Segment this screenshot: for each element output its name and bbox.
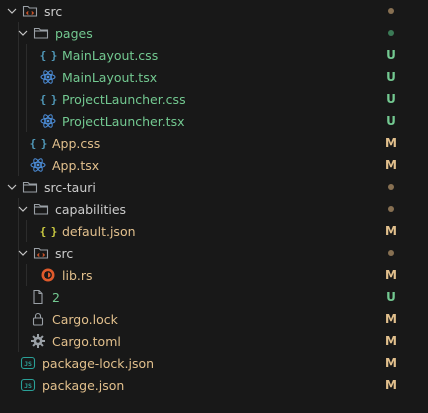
folder-icon — [22, 179, 38, 195]
git-status-badge: M — [385, 356, 397, 370]
folder-icon — [33, 201, 49, 217]
git-status-badge: U — [386, 114, 396, 128]
svg-text:JS: JS — [24, 360, 32, 368]
tree-item-label: Cargo.lock — [52, 311, 118, 327]
npm-json-icon: JS — [20, 355, 36, 371]
folder-icon — [33, 25, 49, 41]
gear-icon — [30, 333, 46, 349]
tree-item-label: ProjectLauncher.css — [62, 91, 186, 107]
chevron-down-icon[interactable] — [4, 179, 20, 195]
file-explorer-tree: src pages{ } MainLayout.css U MainLayout.tsx… — [0, 0, 428, 413]
svg-text:JS: JS — [24, 382, 32, 390]
git-status-dot — [388, 184, 394, 190]
tree-item-label: src-tauri — [44, 179, 96, 195]
folder-src-icon — [33, 245, 49, 261]
file-icon — [30, 289, 46, 305]
tree-file-row[interactable]: Cargo.lock M — [0, 308, 428, 330]
npm-json-icon: JS — [20, 377, 36, 393]
tree-file-row[interactable]: ProjectLauncher.tsx U — [0, 110, 428, 132]
tree-file-row[interactable]: App.tsx M — [0, 154, 428, 176]
tree-file-row[interactable]: { } App.css M — [0, 132, 428, 154]
tree-item-label: pages — [55, 25, 93, 41]
tree-folder-row[interactable]: src — [0, 0, 428, 22]
chevron-down-icon[interactable] — [15, 245, 31, 261]
tree-item-label: MainLayout.css — [62, 47, 159, 63]
git-status-dot — [388, 30, 394, 36]
tree-file-row[interactable]: MainLayout.tsx U — [0, 66, 428, 88]
tree-folder-row[interactable]: pages — [0, 22, 428, 44]
tree-file-row[interactable]: lib.rs M — [0, 264, 428, 286]
tree-item-label: lib.rs — [62, 267, 93, 283]
git-status-badge: M — [385, 312, 397, 326]
git-status-badge: U — [386, 92, 396, 106]
git-status-dot — [388, 250, 394, 256]
tree-file-row[interactable]: JS package-lock.json M — [0, 352, 428, 374]
tree-file-row[interactable]: { } MainLayout.css U — [0, 44, 428, 66]
git-status-badge: M — [385, 378, 397, 392]
tree-folder-row[interactable]: src-tauri — [0, 176, 428, 198]
tree-item-label: Cargo.toml — [52, 333, 121, 349]
rust-icon — [40, 267, 56, 283]
css-braces-icon: { } — [39, 92, 58, 106]
tree-item-label: package-lock.json — [42, 355, 155, 371]
tree-item-label: App.css — [52, 135, 101, 151]
chevron-down-icon[interactable] — [15, 25, 31, 41]
git-status-dot — [388, 206, 394, 212]
tree-item-label: 2 — [52, 289, 60, 305]
git-status-badge: M — [385, 334, 397, 348]
git-status-dot — [388, 8, 394, 14]
tree-item-label: MainLayout.tsx — [62, 69, 158, 85]
css-braces-icon: { } — [29, 136, 48, 150]
tree-item-label: App.tsx — [52, 157, 100, 173]
tree-item-label: default.json — [62, 223, 136, 239]
tree-file-row[interactable]: { } ProjectLauncher.css U — [0, 88, 428, 110]
tree-item-label: src — [55, 245, 74, 261]
tree-file-row[interactable]: JS package.json M — [0, 374, 428, 396]
json-braces-icon: { } — [39, 224, 58, 238]
tree-file-row[interactable]: 2U — [0, 286, 428, 308]
react-icon — [30, 157, 46, 173]
tree-item-label: ProjectLauncher.tsx — [62, 113, 185, 129]
tree-item-label: package.json — [42, 377, 125, 393]
react-icon — [40, 69, 56, 85]
lock-icon — [30, 311, 46, 327]
git-status-badge: U — [386, 290, 396, 304]
tree-file-row[interactable]: Cargo.toml M — [0, 330, 428, 352]
react-icon — [40, 113, 56, 129]
git-status-badge: M — [385, 158, 397, 172]
git-status-badge: M — [385, 224, 397, 238]
tree-file-row[interactable]: { } default.json M — [0, 220, 428, 242]
tree-folder-row[interactable]: capabilities — [0, 198, 428, 220]
folder-src-icon — [22, 3, 38, 19]
git-status-badge: U — [386, 48, 396, 62]
tree-item-label: capabilities — [55, 201, 127, 217]
git-status-badge: U — [386, 70, 396, 84]
git-status-badge: M — [385, 136, 397, 150]
git-status-badge: M — [385, 268, 397, 282]
tree-folder-row[interactable]: src — [0, 242, 428, 264]
chevron-down-icon[interactable] — [15, 201, 31, 217]
tree-item-label: src — [44, 3, 63, 19]
css-braces-icon: { } — [39, 48, 58, 62]
chevron-down-icon[interactable] — [4, 3, 20, 19]
